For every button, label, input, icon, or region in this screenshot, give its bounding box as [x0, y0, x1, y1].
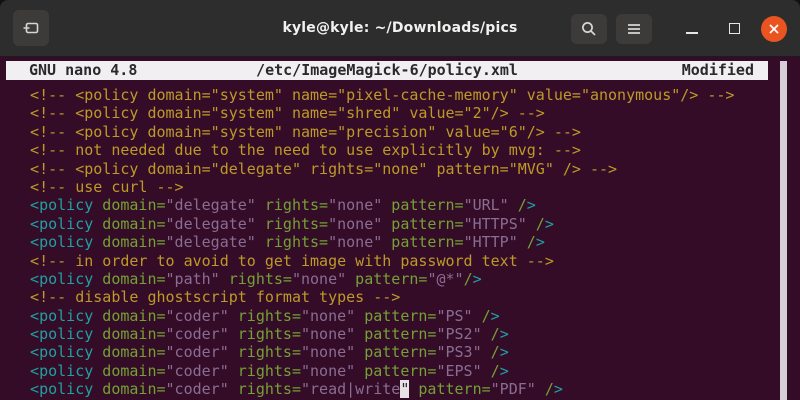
maximize-icon — [729, 23, 740, 34]
new-tab-icon — [21, 18, 41, 38]
editor-line: <!-- <policy domain="system" name="preci… — [12, 123, 800, 141]
nano-file-path: /etc/ImageMagick-6/policy.xml — [6, 61, 768, 80]
titlebar-controls — [571, 0, 800, 57]
maximize-button[interactable] — [721, 16, 747, 42]
titlebar[interactable]: kyle@kyle: ~/Downloads/pics — [0, 0, 800, 57]
scrollbar[interactable] — [780, 61, 787, 400]
editor-line: <policy domain="coder" rights="none" pat… — [12, 362, 800, 380]
editor-line: <policy domain="coder" rights="none" pat… — [12, 343, 800, 361]
terminal-window: kyle@kyle: ~/Downloads/pics — [0, 0, 800, 400]
editor-line: <!-- <policy domain="delegate" rights="n… — [12, 160, 800, 178]
close-icon — [768, 23, 780, 35]
minimize-icon — [686, 32, 698, 34]
editor-line: <!-- in order to avoid to get image with… — [12, 252, 800, 270]
nano-titlebar: GNU nano 4.8 /etc/ImageMagick-6/policy.x… — [6, 61, 768, 80]
editor-lines: <!-- <policy domain="system" name="pixel… — [12, 86, 800, 399]
editor-line: <policy domain="delegate" rights="none" … — [12, 196, 800, 214]
editor-line: <!-- disable ghostscript format types --… — [12, 288, 800, 306]
editor-area[interactable]: <!-- <policy domain="system" name="pixel… — [0, 80, 800, 400]
editor-line: <policy domain="delegate" rights="none" … — [12, 215, 800, 233]
editor-line: <!-- <policy domain="system" name="pixel… — [12, 86, 800, 104]
minimize-button[interactable] — [679, 16, 705, 42]
close-button[interactable] — [761, 16, 787, 42]
search-icon — [580, 20, 598, 38]
editor-line: <!-- not needed due to the need to use e… — [12, 141, 800, 159]
new-tab-button[interactable] — [13, 10, 49, 46]
terminal-content[interactable]: GNU nano 4.8 /etc/ImageMagick-6/policy.x… — [0, 57, 800, 400]
editor-line: <!-- use curl --> — [12, 178, 800, 196]
nano-modified-badge: Modified — [682, 61, 768, 80]
editor-line: <!-- <policy domain="system" name="shred… — [12, 104, 800, 122]
search-button[interactable] — [571, 14, 607, 44]
editor-line: <policy domain="coder" rights="none" pat… — [12, 307, 800, 325]
editor-line: <policy domain="coder" rights="none" pat… — [12, 325, 800, 343]
menu-button[interactable] — [616, 14, 652, 44]
hamburger-menu-icon — [626, 22, 642, 36]
editor-line: <policy domain="delegate" rights="none" … — [12, 233, 800, 251]
editor-line: <policy domain="path" rights="none" patt… — [12, 270, 800, 288]
editor-line: <policy domain="coder" rights="read|writ… — [12, 380, 800, 398]
